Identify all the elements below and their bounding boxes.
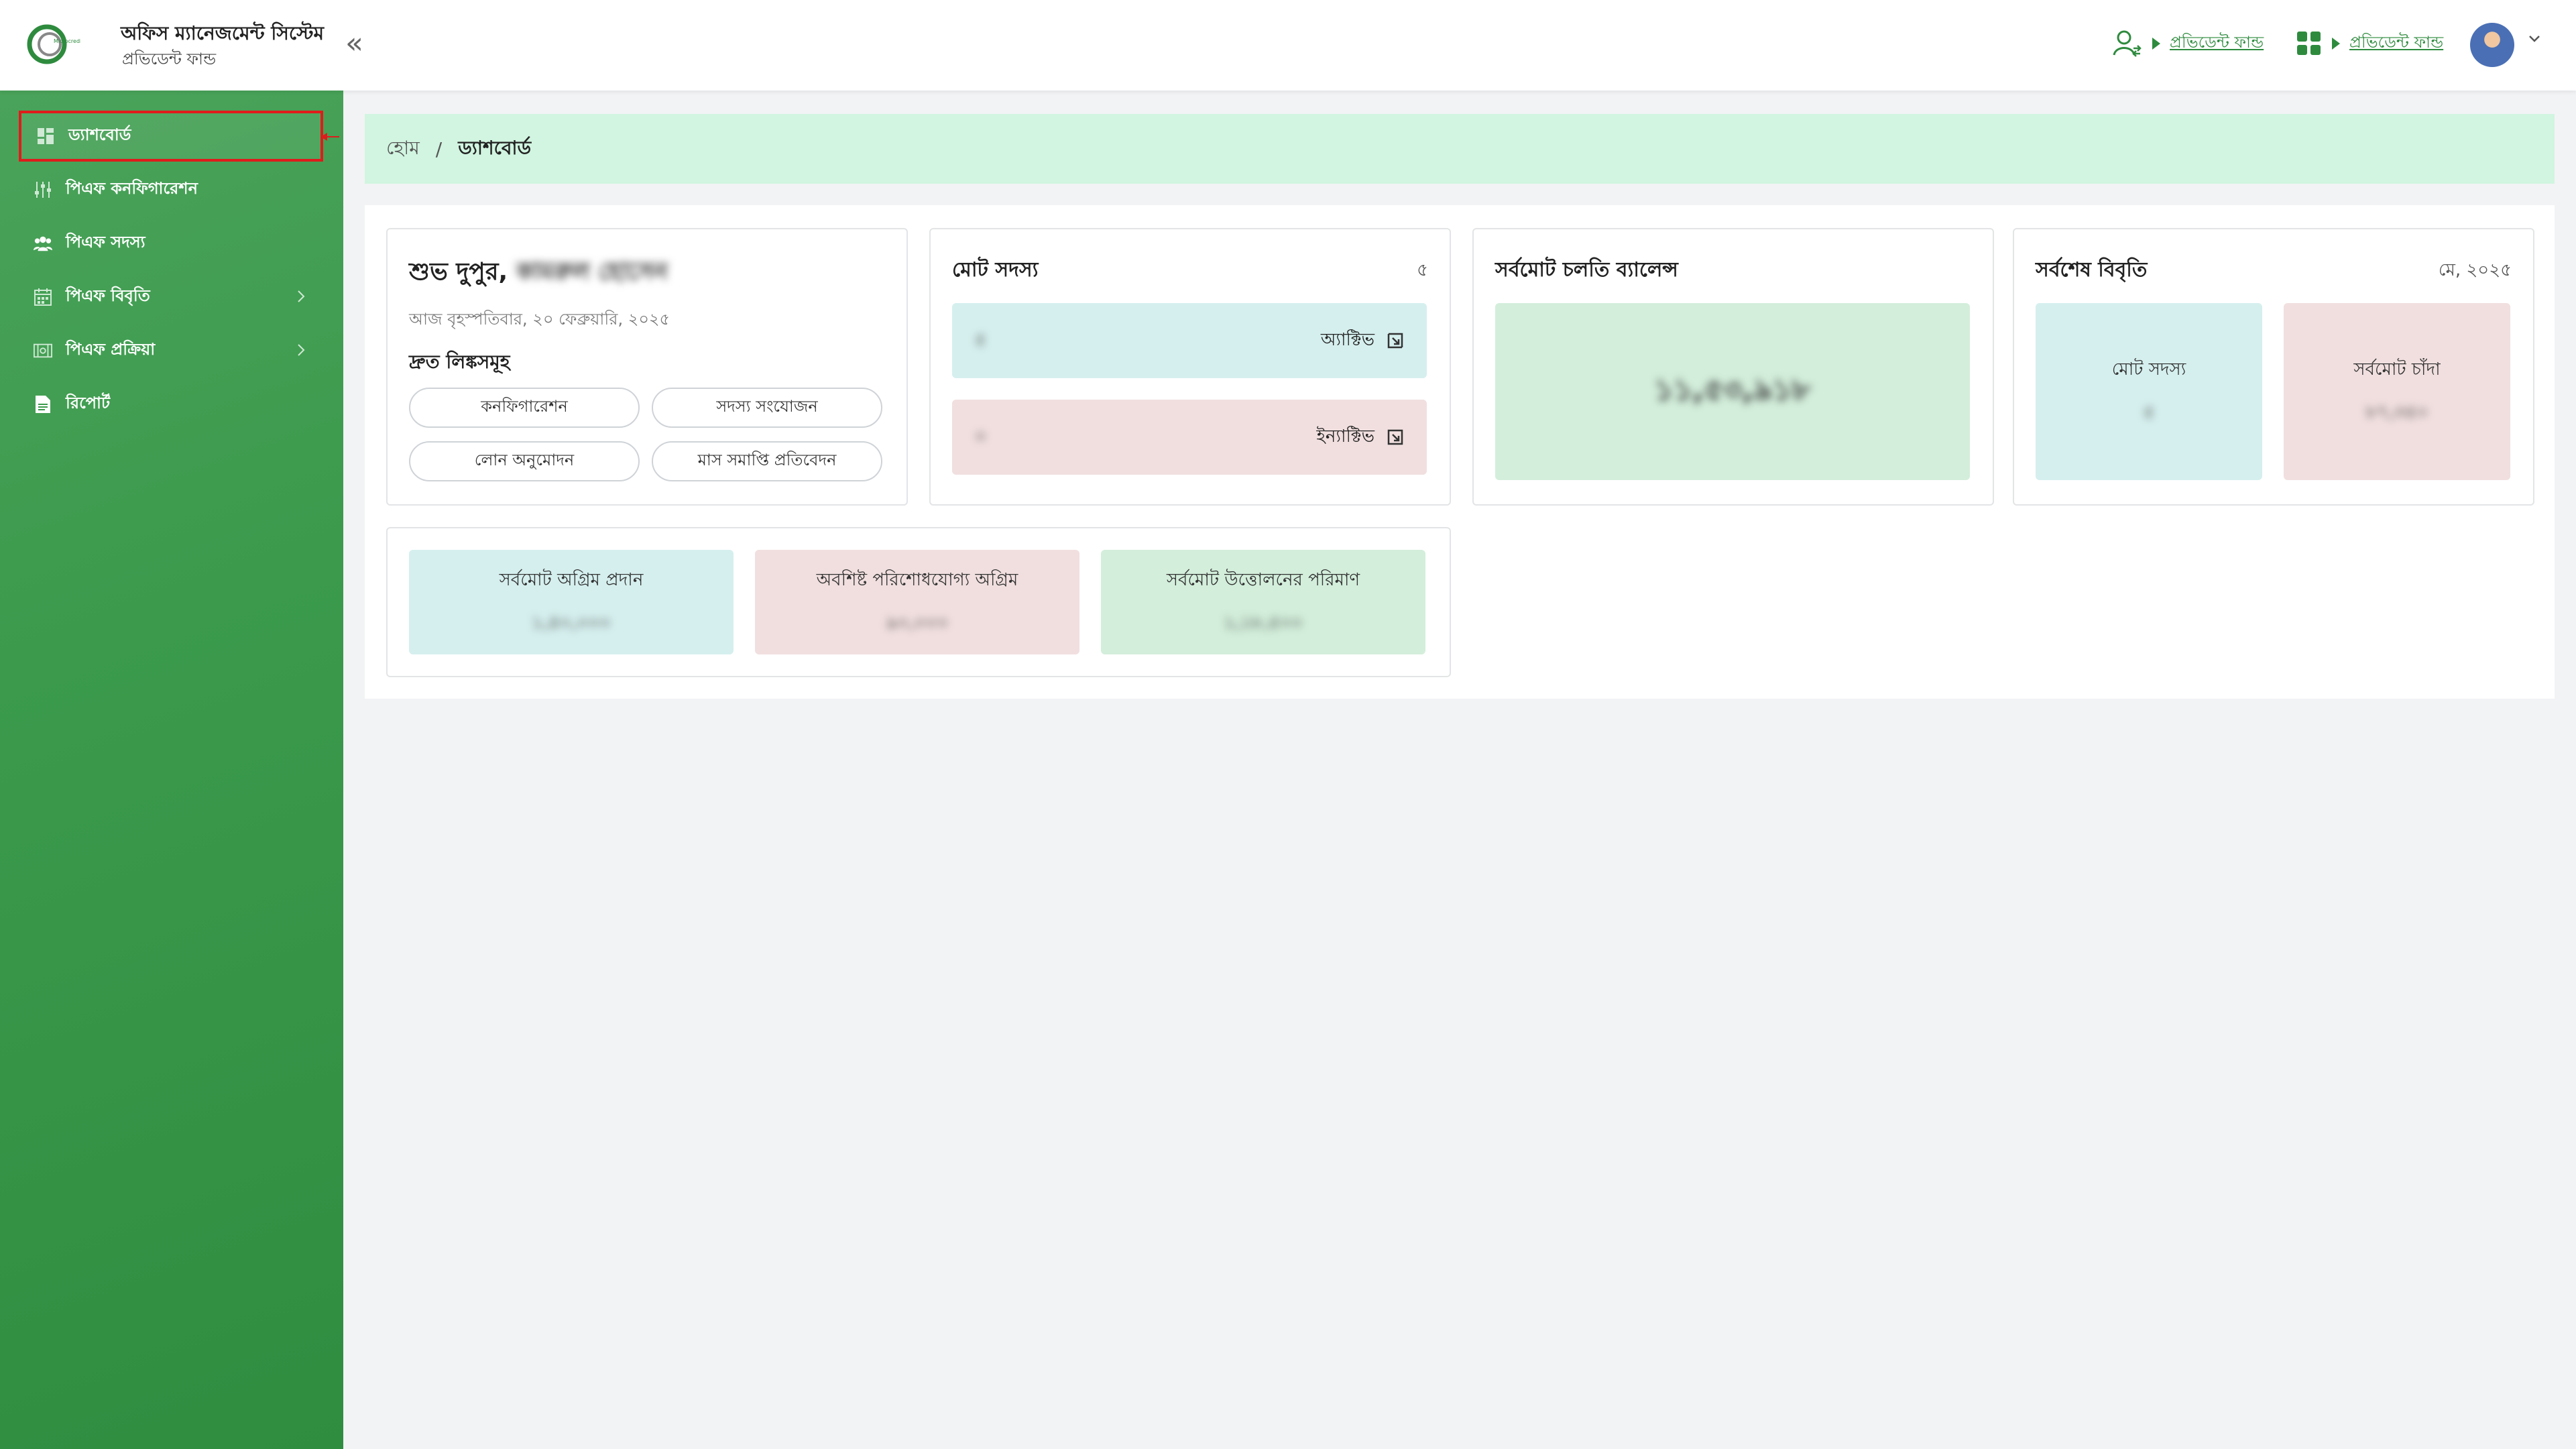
user-switch-icon	[2113, 30, 2142, 57]
total-advance-value: ১,৪০,০০০	[532, 613, 611, 633]
external-link-icon[interactable]	[1387, 428, 1404, 446]
quick-links-title: দ্রুত লিঙ্কসমূহ	[409, 351, 510, 373]
sidebar-item-pf-configuration[interactable]: পিএফ কনফিগারেশন	[19, 164, 323, 215]
statement-members-label: মোট সদস্য	[2111, 359, 2186, 380]
active-members-row[interactable]: ৫ অ্যাক্টিভ	[952, 303, 1427, 378]
user-avatar[interactable]	[2470, 23, 2514, 67]
sidebar-item-dashboard[interactable]: ড্যাশবোর্ড	[19, 111, 323, 162]
greeting-label: শুভ দুপুর,	[409, 258, 508, 286]
sidebar-item-label: পিএফ প্রক্রিয়া	[66, 340, 156, 359]
total-balance-card: সর্বমোট চলতি ব্যালেন্স ১১,৫৩,৯১৮	[1472, 228, 1994, 506]
breadcrumb-current: ড্যাশবোর্ড	[458, 136, 532, 159]
total-withdrawal-value: ১,১৮,৫০০	[1224, 613, 1303, 633]
balance-value: ১১,৫৩,৯১৮	[1654, 372, 1811, 407]
balance-box: ১১,৫৩,৯১৮	[1495, 303, 1970, 480]
quick-link-add-member[interactable]: সদস্য সংযোজন	[652, 388, 882, 428]
latest-statement-card: সর্বশেষ বিবৃতি মে, ২০২৫ মোট সদস্য ৫ সর্ব…	[2013, 228, 2534, 506]
document-icon	[34, 395, 52, 414]
app-title: অফিস ম্যানেজমেন্ট সিস্টেম	[121, 22, 325, 44]
dashboard-panel: শুভ দুপুর, কামরুল হোসেন আজ বৃহস্পতিবার, …	[365, 205, 2555, 699]
total-withdrawal-box: সর্বমোট উত্তোলনের পরিমাণ ১,১৮,৫০০	[1101, 550, 1425, 654]
sidebar-item-pf-statement[interactable]: পিএফ বিবৃতি	[19, 272, 323, 323]
dashboard-icon	[36, 127, 55, 146]
calendar-icon	[34, 288, 52, 306]
breadcrumb-home-link[interactable]: হোম	[386, 133, 420, 165]
user-switch-menu[interactable]: প্রভিডেন্ট ফান্ড	[2112, 27, 2264, 60]
chevron-right-icon	[298, 344, 305, 356]
card-title: সর্বশেষ বিবৃতি	[2036, 258, 2148, 282]
statement-contribution-box: সর্বমোট চাঁদা ৮৭,৩৫০	[2284, 303, 2510, 480]
quick-link-configuration[interactable]: কনফিগারেশন	[409, 388, 640, 428]
inactive-count: ০	[975, 426, 986, 447]
statement-month: মে, ২০২৫	[2438, 260, 2512, 280]
breadcrumb: হোম / ড্যাশবোর্ড	[365, 114, 2555, 184]
total-members-count: ৫	[1417, 260, 1428, 280]
sidebar-item-pf-process[interactable]: পিএফ প্রক্রিয়া	[19, 325, 323, 376]
sidebar-item-label: পিএফ সদস্য	[66, 233, 145, 251]
greeting-text: শুভ দুপুর, কামরুল হোসেন	[409, 253, 668, 294]
chevron-down-icon[interactable]	[2528, 32, 2541, 46]
inactive-members-row[interactable]: ০ ইন্যাক্টিভ	[952, 400, 1427, 475]
logo-text: Microcredit Regulatory Authority	[54, 38, 80, 44]
breadcrumb-separator: /	[435, 137, 443, 160]
user-name: কামরুল হোসেন	[516, 258, 668, 286]
sidebar-item-label: পিএফ কনফিগারেশন	[66, 179, 198, 198]
quick-link-loan-approval[interactable]: লোন অনুমোদন	[409, 441, 640, 481]
active-count: ৫	[975, 330, 986, 350]
advance-summary-card: সর্বমোট অগ্রিম প্রদান ১,৪০,০০০ অবশিষ্ট প…	[386, 527, 1451, 677]
remaining-advance-label: অবশিষ্ট পরিশোধযোগ্য অগ্রিম	[816, 570, 1018, 590]
sidebar-item-label: ড্যাশবোর্ড	[68, 125, 131, 144]
process-icon	[34, 341, 52, 360]
sidebar-item-label: রিপোর্ট	[66, 394, 111, 412]
total-advance-label: সর্বমোট অগ্রিম প্রদান	[499, 570, 644, 590]
remaining-advance-value: ৯০,০০০	[886, 613, 949, 633]
active-item-marker-icon	[320, 133, 339, 141]
sidebar-item-label: পিএফ বিবৃতি	[66, 286, 150, 305]
card-title: মোট সদস্য	[952, 258, 1039, 282]
active-label: অ্যাক্টিভ	[1320, 330, 1374, 350]
sliders-icon	[34, 180, 52, 199]
user-module-link[interactable]: প্রভিডেন্ট ফান্ড	[2170, 30, 2264, 57]
collapse-sidebar-button[interactable]: «	[345, 27, 363, 60]
sidebar: ড্যাশবোর্ড পিএফ কনফিগারেশন পিএফ সদস্য পি…	[0, 91, 343, 1449]
caret-right-icon	[2152, 38, 2160, 50]
statement-members-box: মোট সদস্য ৫	[2036, 303, 2262, 480]
users-icon	[34, 234, 52, 253]
module-switch-menu[interactable]: প্রভিডেন্ট ফান্ড	[2296, 27, 2443, 60]
statement-contribution-value: ৮৭,৩৫০	[2365, 402, 2428, 422]
chevron-right-icon	[298, 290, 305, 302]
sidebar-item-pf-members[interactable]: পিএফ সদস্য	[19, 218, 323, 269]
external-link-icon[interactable]	[1387, 332, 1404, 349]
organization-logo-icon[interactable]: Microcredit Regulatory Authority	[27, 19, 80, 72]
top-header: Microcredit Regulatory Authority অফিস ম্…	[0, 0, 2576, 91]
remaining-advance-box: অবশিষ্ট পরিশোধযোগ্য অগ্রিম ৯০,০০০	[755, 550, 1079, 654]
total-members-card: মোট সদস্য ৫ ৫ অ্যাক্টিভ ০ ইন্যাক্টিভ	[929, 228, 1451, 506]
card-title: সর্বমোট চলতি ব্যালেন্স	[1495, 258, 1678, 282]
module-link[interactable]: প্রভিডেন্ট ফান্ড	[2349, 30, 2443, 57]
statement-contribution-label: সর্বমোট চাঁদা	[2353, 359, 2441, 380]
today-date: আজ বৃহস্পতিবার, ২০ ফেব্রুয়ারি, ২০২৫	[409, 310, 670, 329]
app-subtitle: প্রভিডেন্ট ফান্ড	[122, 50, 217, 68]
inactive-label: ইন্যাক্টিভ	[1316, 426, 1374, 447]
caret-right-icon	[2332, 38, 2340, 50]
grid-apps-icon	[2297, 32, 2321, 55]
statement-members-value: ৫	[2143, 402, 2155, 422]
sidebar-item-report[interactable]: রিপোর্ট	[19, 379, 323, 430]
total-advance-box: সর্বমোট অগ্রিম প্রদান ১,৪০,০০০	[409, 550, 734, 654]
greeting-card: শুভ দুপুর, কামরুল হোসেন আজ বৃহস্পতিবার, …	[386, 228, 908, 506]
quick-link-month-end-report[interactable]: মাস সমাপ্তি প্রতিবেদন	[652, 441, 882, 481]
total-withdrawal-label: সর্বমোট উত্তোলনের পরিমাণ	[1166, 570, 1360, 590]
